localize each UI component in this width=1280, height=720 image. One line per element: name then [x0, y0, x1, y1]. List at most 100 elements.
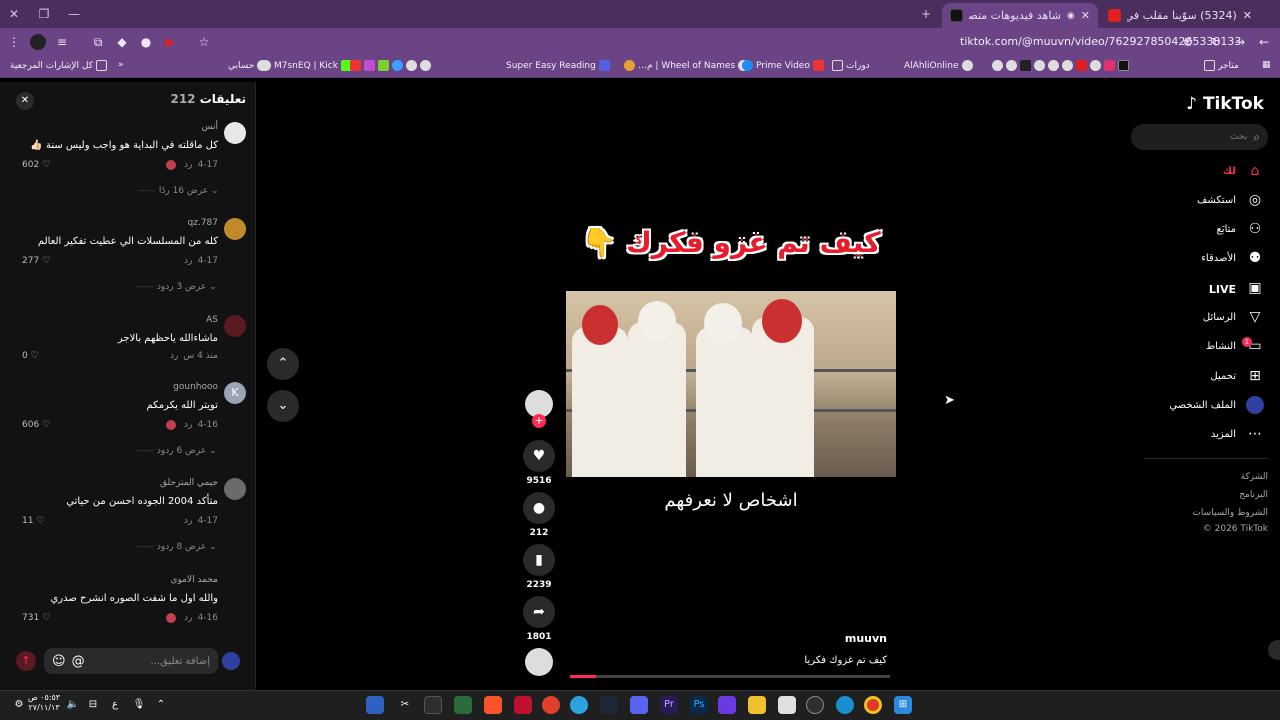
footer-company[interactable]: الشركة — [1241, 472, 1268, 482]
comment-username[interactable]: gounhooo — [173, 382, 218, 392]
microphone-icon[interactable]: 🎙 — [130, 696, 148, 714]
bookmark-courses[interactable]: دورات — [832, 60, 870, 71]
settings-icon[interactable]: ⚙ — [10, 696, 28, 714]
close-tab-icon[interactable]: ✕ — [1243, 9, 1252, 22]
comment-button[interactable]: ● — [523, 492, 555, 524]
premiere-icon[interactable]: Pr — [660, 696, 678, 714]
bookmark-stores[interactable]: متاجر — [1204, 60, 1239, 71]
network-icon[interactable]: ⊟ — [84, 696, 102, 714]
reply-button[interactable]: رد — [184, 613, 192, 623]
avatar[interactable] — [224, 315, 246, 337]
maximize-window-icon[interactable]: ❐ — [34, 4, 54, 24]
menu-icon[interactable]: ⋮ — [6, 34, 22, 50]
footer-terms[interactable]: الشروط والسياسات — [1192, 508, 1268, 518]
previous-video-button[interactable]: ⌃ — [267, 348, 299, 380]
nav-profile[interactable]: الملف الشخصي — [1169, 400, 1236, 411]
bookmark-super-easy-reading[interactable]: Super Easy Reading — [506, 60, 610, 71]
nav-more[interactable]: المزيد — [1211, 429, 1236, 440]
comment-like-button[interactable]: 277 ♡ — [22, 256, 50, 266]
nav-explore[interactable]: استكشف — [1197, 195, 1236, 206]
bookmark-prime-video[interactable]: Prime Video — [742, 60, 824, 71]
follow-plus-icon[interactable]: + — [532, 414, 546, 428]
chrome-icon[interactable] — [864, 696, 882, 714]
comment-like-button[interactable]: 0 ♡ — [22, 351, 39, 361]
app-icon[interactable]: ✂ — [396, 696, 414, 714]
reply-button[interactable]: رد — [170, 351, 178, 361]
get-app-button[interactable] — [1268, 640, 1280, 660]
share-button[interactable]: ➦ — [523, 596, 555, 628]
bookmark-kick[interactable]: M7snEQ | Kick — [260, 60, 352, 71]
reload-icon[interactable]: ↻ — [1208, 34, 1224, 50]
next-video-button[interactable]: ⌄ — [267, 390, 299, 422]
reply-button[interactable]: رد — [184, 420, 192, 430]
bookmarks-overflow-icon[interactable]: « — [118, 60, 124, 70]
file-explorer-icon[interactable] — [748, 696, 766, 714]
windows-start-icon[interactable]: ⊞ — [894, 696, 912, 714]
extension-icon[interactable]: ◆ — [114, 34, 130, 50]
edge-icon[interactable] — [836, 696, 854, 714]
comment-like-button[interactable]: 606 ♡ — [22, 420, 50, 430]
app-icon[interactable] — [718, 696, 736, 714]
tab-tiktok[interactable]: ✕ ◉ شاهد فيديوهات متصدرة |… — [942, 3, 1098, 28]
comment-username[interactable]: محمد الاموي — [170, 575, 218, 585]
tab-youtube[interactable]: ✕ (5324) سوّينا مقلب في الطهاة… — [1100, 3, 1260, 28]
nav-for-you[interactable]: لك — [1223, 166, 1236, 177]
view-replies-button[interactable]: ⌄ عرض 3 ردود —— — [136, 282, 217, 292]
comment-username[interactable]: أنس — [202, 122, 218, 132]
extension-icon[interactable]: ● — [138, 34, 154, 50]
app-icon[interactable] — [542, 696, 560, 714]
nav-messages[interactable]: الرسائل — [1203, 312, 1236, 323]
comment-username[interactable]: qz.787 — [188, 218, 218, 228]
avatar[interactable] — [224, 122, 246, 144]
footer-program[interactable]: البرنامج — [1239, 490, 1268, 500]
close-comments-button[interactable]: ✕ — [16, 92, 34, 110]
music-disc-icon[interactable] — [525, 648, 553, 676]
view-replies-button[interactable]: ⌄ عرض 8 ردود —— — [136, 542, 217, 552]
view-replies-button[interactable]: ⌄ عرض 16 ردًا —— — [138, 186, 219, 196]
search-input[interactable]: بحث — [1139, 132, 1247, 142]
bookmark-all[interactable]: كل الإشارات المرجعية — [10, 60, 107, 71]
tray-chevron-icon[interactable]: ⌃ — [152, 696, 170, 714]
avatar[interactable] — [224, 575, 246, 597]
store-icon[interactable] — [778, 696, 796, 714]
mention-icon[interactable]: @ — [72, 654, 85, 669]
clock[interactable]: ٠٥:٥٣ ص ٢٧/١١/١٣ — [28, 693, 60, 713]
send-comment-button[interactable]: ↑ — [16, 651, 36, 671]
brave-icon[interactable] — [484, 696, 502, 714]
nav-live[interactable]: LIVE — [1209, 283, 1236, 296]
close-window-icon[interactable]: ✕ — [4, 4, 24, 24]
comment-like-button[interactable]: 731 ♡ — [22, 613, 50, 623]
app-icon[interactable] — [454, 696, 472, 714]
bookmark-wheel-of-names[interactable]: Wheel of Names | م… — [624, 60, 750, 71]
like-button[interactable]: ♥ — [523, 440, 555, 472]
profile-avatar-icon[interactable] — [30, 34, 46, 50]
extensions-icon[interactable]: ⧉ — [90, 34, 106, 50]
search-icon[interactable]: ⌕ — [1253, 130, 1260, 145]
comment-username[interactable]: AS — [206, 315, 218, 325]
emoji-icon[interactable]: ☺ — [52, 654, 66, 669]
comment-input[interactable]: إضافة تعليق... — [91, 656, 210, 667]
app-icon[interactable] — [424, 696, 442, 714]
comment-like-button[interactable]: 11 ♡ — [22, 516, 44, 526]
bookmark-alahli[interactable]: AlAhliOnline — [904, 60, 973, 71]
video-player[interactable] — [566, 291, 896, 477]
nav-activity[interactable]: النشاط — [1206, 341, 1236, 352]
telegram-icon[interactable] — [570, 696, 588, 714]
site-settings-icon[interactable]: ⚙ — [1180, 34, 1196, 50]
avatar[interactable] — [224, 218, 246, 240]
app-icon[interactable] — [366, 696, 384, 714]
nav-upload[interactable]: تحميل — [1210, 371, 1236, 382]
avatar[interactable]: K — [224, 382, 246, 404]
video-author[interactable]: muuvn — [796, 632, 887, 645]
comment-like-button[interactable]: 602 ♡ — [22, 160, 50, 170]
forward-icon[interactable]: → — [1232, 34, 1248, 50]
app-icon[interactable] — [806, 696, 824, 714]
minimize-window-icon[interactable]: — — [64, 4, 84, 24]
youtube-extension-icon[interactable]: ▶ — [162, 34, 178, 50]
steam-icon[interactable] — [600, 696, 618, 714]
bookmark-star-icon[interactable]: ☆ — [196, 34, 212, 50]
app-icon[interactable] — [514, 696, 532, 714]
view-replies-button[interactable]: ⌄ عرض 6 ردود —— — [136, 446, 217, 456]
reply-button[interactable]: رد — [184, 256, 192, 266]
apps-grid-icon[interactable]: ▦ — [1262, 60, 1271, 70]
